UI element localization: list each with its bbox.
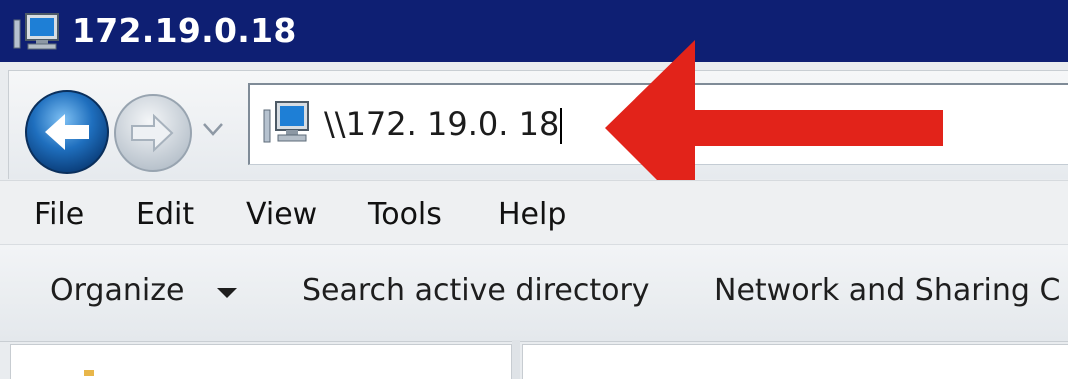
organize-button[interactable]: Organize — [50, 272, 184, 310]
content-pane[interactable] — [522, 344, 1068, 379]
address-value: \\172. 19.0. 18 — [324, 105, 560, 143]
network-computer-icon — [13, 13, 59, 50]
menu-tools[interactable]: Tools — [368, 196, 442, 234]
window-title: 172.19.0.18 — [72, 11, 297, 50]
network-computer-icon — [263, 101, 309, 143]
search-active-directory-button[interactable]: Search active directory — [302, 272, 650, 310]
dropdown-triangle-icon[interactable] — [216, 287, 238, 299]
network-sharing-center-button[interactable]: Network and Sharing C — [714, 272, 1060, 310]
menu-file[interactable]: File — [34, 196, 84, 234]
menu-help[interactable]: Help — [498, 196, 566, 234]
menu-edit[interactable]: Edit — [136, 196, 194, 234]
chevron-down-icon[interactable] — [198, 118, 228, 140]
back-arrow-icon[interactable] — [23, 88, 111, 176]
text-caret — [560, 108, 563, 144]
address-input[interactable]: \\172. 19.0. 18 — [324, 102, 563, 146]
menu-view[interactable]: View — [246, 196, 317, 234]
forward-arrow-icon[interactable] — [112, 92, 194, 174]
explorer-window: 172.19.0.18 \\172. 19.0. 18 File Edit Vi… — [0, 0, 1068, 379]
pane-splitter[interactable] — [512, 340, 520, 379]
folder-icon — [84, 370, 94, 376]
